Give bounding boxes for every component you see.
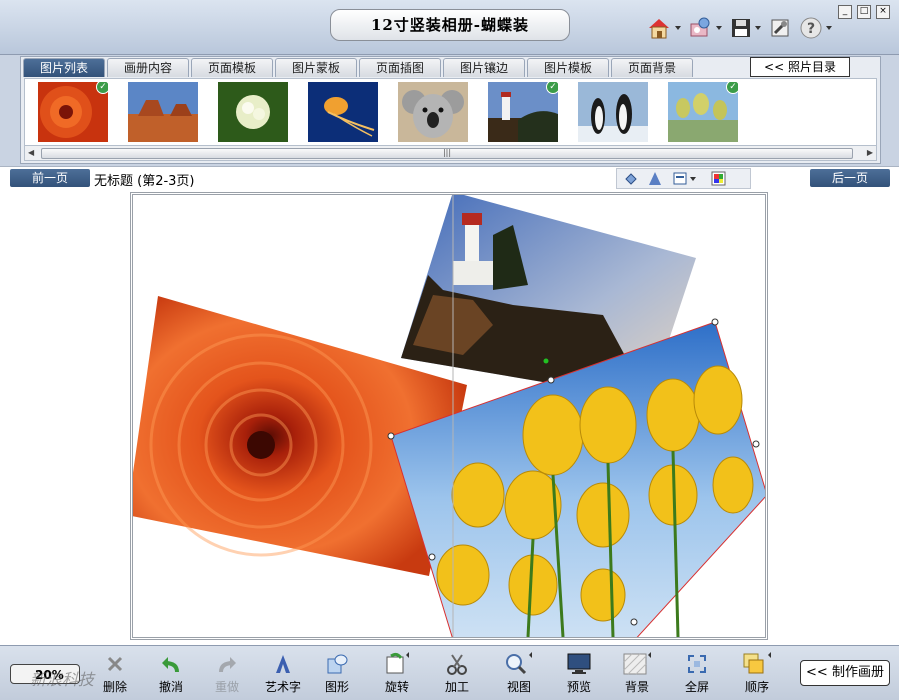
thumbnail-jellyfish[interactable] <box>308 82 378 142</box>
photo-tool-icon[interactable] <box>688 16 712 40</box>
delete-icon <box>107 656 123 672</box>
tab-photo-border[interactable]: 图片镶边 <box>443 58 525 77</box>
delete-label: 删除 <box>102 680 127 694</box>
page-layout-icon[interactable] <box>672 171 688 186</box>
thumbnail-desert[interactable] <box>128 82 198 142</box>
help-icon[interactable]: ? <box>799 16 823 40</box>
tab-photo-mask[interactable]: 图片蒙板 <box>275 58 357 77</box>
art-text-label: 艺术字 <box>264 680 301 694</box>
zoom-view-icon <box>506 652 532 675</box>
view-label: 视图 <box>506 680 531 694</box>
thumbnail-scrollbar[interactable]: ◀ ||| ▶ <box>24 145 877 161</box>
art-text-icon <box>276 655 290 673</box>
watermark: 新浪科技 <box>30 670 95 689</box>
thumbnail-tulips[interactable]: ✓ <box>668 82 738 142</box>
tools-icon[interactable] <box>768 16 792 40</box>
maximize-button[interactable]: □ <box>857 5 871 19</box>
scissors-icon <box>447 654 467 675</box>
rotate-button[interactable]: 旋转 <box>372 652 422 695</box>
home-icon[interactable] <box>647 16 671 40</box>
close-button[interactable]: × <box>876 5 890 19</box>
help-dropdown-icon[interactable] <box>826 26 832 30</box>
minimize-button[interactable]: _ <box>838 5 852 19</box>
undo-icon <box>162 657 179 673</box>
color-picker-icon[interactable] <box>711 171 726 186</box>
redo-button[interactable]: 重做 <box>202 652 252 695</box>
shape-label: 图形 <box>324 680 349 694</box>
tab-photo-template[interactable]: 图片模板 <box>527 58 609 77</box>
order-button[interactable]: 顺序 <box>732 652 782 695</box>
window-title: 12寸竖装相册-蝴蝶装 <box>330 9 570 41</box>
background-button[interactable]: 背景 <box>612 652 662 695</box>
fullscreen-button[interactable]: 全屏 <box>672 652 722 695</box>
text-style-icon[interactable] <box>647 171 663 186</box>
scrollbar-thumb[interactable]: ||| <box>41 148 853 159</box>
fullscreen-label: 全屏 <box>684 680 709 694</box>
thumbnail-penguins[interactable] <box>578 82 648 142</box>
layout-dropdown-icon[interactable] <box>690 177 696 181</box>
rotate-icon <box>386 652 409 674</box>
scroll-right-icon[interactable]: ▶ <box>867 148 873 157</box>
undo-label: 撤消 <box>158 680 183 694</box>
used-check-icon: ✓ <box>546 82 558 94</box>
editor-canvas[interactable] <box>0 189 899 645</box>
page-nav-row: 前一页 无标题 (第2-3页) 后一页 <box>0 166 899 190</box>
save-icon[interactable] <box>729 16 753 40</box>
shape-button[interactable]: 图形 <box>312 652 362 695</box>
background-label: 背景 <box>624 680 649 694</box>
process-button[interactable]: 加工 <box>432 652 482 695</box>
tab-photo-list[interactable]: 图片列表 <box>23 58 105 77</box>
page-title: 无标题 (第2-3页) <box>94 174 195 189</box>
bottom-toolbar: 20% 新浪科技 删除 撤消 重做 艺术字 图形 旋转 加工 视图 预览 背景 <box>0 645 899 700</box>
redo-icon <box>219 657 236 673</box>
delete-button[interactable]: 删除 <box>90 652 140 695</box>
thumbnail-koala[interactable] <box>398 82 468 142</box>
paint-bucket-icon[interactable] <box>623 171 639 186</box>
used-check-icon: ✓ <box>96 82 108 94</box>
thumbnail-chrysanthemum[interactable]: ✓ <box>38 82 108 142</box>
home-dropdown-icon[interactable] <box>675 26 681 30</box>
resource-panel: 图片列表 画册内容 页面模板 图片蒙板 页面插图 图片镶边 图片模板 页面背景 … <box>20 56 881 164</box>
order-icon <box>743 652 771 674</box>
album-spread[interactable] <box>130 192 768 640</box>
prev-page-button[interactable]: 前一页 <box>10 169 90 187</box>
used-check-icon: ✓ <box>726 82 738 94</box>
next-page-button[interactable]: 后一页 <box>810 169 890 187</box>
page-mini-toolbar <box>616 168 751 189</box>
view-button[interactable]: 视图 <box>494 652 544 695</box>
tab-album-content[interactable]: 画册内容 <box>107 58 189 77</box>
thumbnail-lighthouse[interactable]: ✓ <box>488 82 558 142</box>
preview-label: 预览 <box>566 680 591 694</box>
photo-directory-button[interactable]: << 照片目录 <box>750 57 850 77</box>
process-label: 加工 <box>444 680 469 694</box>
tab-page-illustration[interactable]: 页面插图 <box>359 58 441 77</box>
photo-tool-dropdown-icon[interactable] <box>716 26 722 30</box>
save-dropdown-icon[interactable] <box>755 26 761 30</box>
thumbnail-hydrangea[interactable] <box>218 82 288 142</box>
tab-page-template[interactable]: 页面模板 <box>191 58 273 77</box>
redo-label: 重做 <box>214 680 239 694</box>
title-bar: 12寸竖装相册-蝴蝶装 ? _ □ × <box>0 0 899 55</box>
undo-button[interactable]: 撤消 <box>146 652 196 695</box>
svg-text:?: ? <box>807 21 815 37</box>
order-label: 顺序 <box>744 680 769 694</box>
monitor-icon <box>567 653 591 674</box>
shape-icon <box>327 654 348 674</box>
background-icon <box>623 652 651 675</box>
scroll-left-icon[interactable]: ◀ <box>28 148 34 157</box>
rotate-label: 旋转 <box>384 680 409 694</box>
make-album-button[interactable]: << 制作画册 <box>800 660 890 686</box>
fullscreen-icon <box>688 655 706 673</box>
art-text-button[interactable]: 艺术字 <box>258 652 308 695</box>
resource-tabs: 图片列表 画册内容 页面模板 图片蒙板 页面插图 图片镶边 图片模板 页面背景 <box>23 58 695 78</box>
preview-button[interactable]: 预览 <box>554 652 604 695</box>
thumbnail-strip: ✓ ✓ ✓ <box>24 78 877 146</box>
tab-page-background[interactable]: 页面背景 <box>611 58 693 77</box>
